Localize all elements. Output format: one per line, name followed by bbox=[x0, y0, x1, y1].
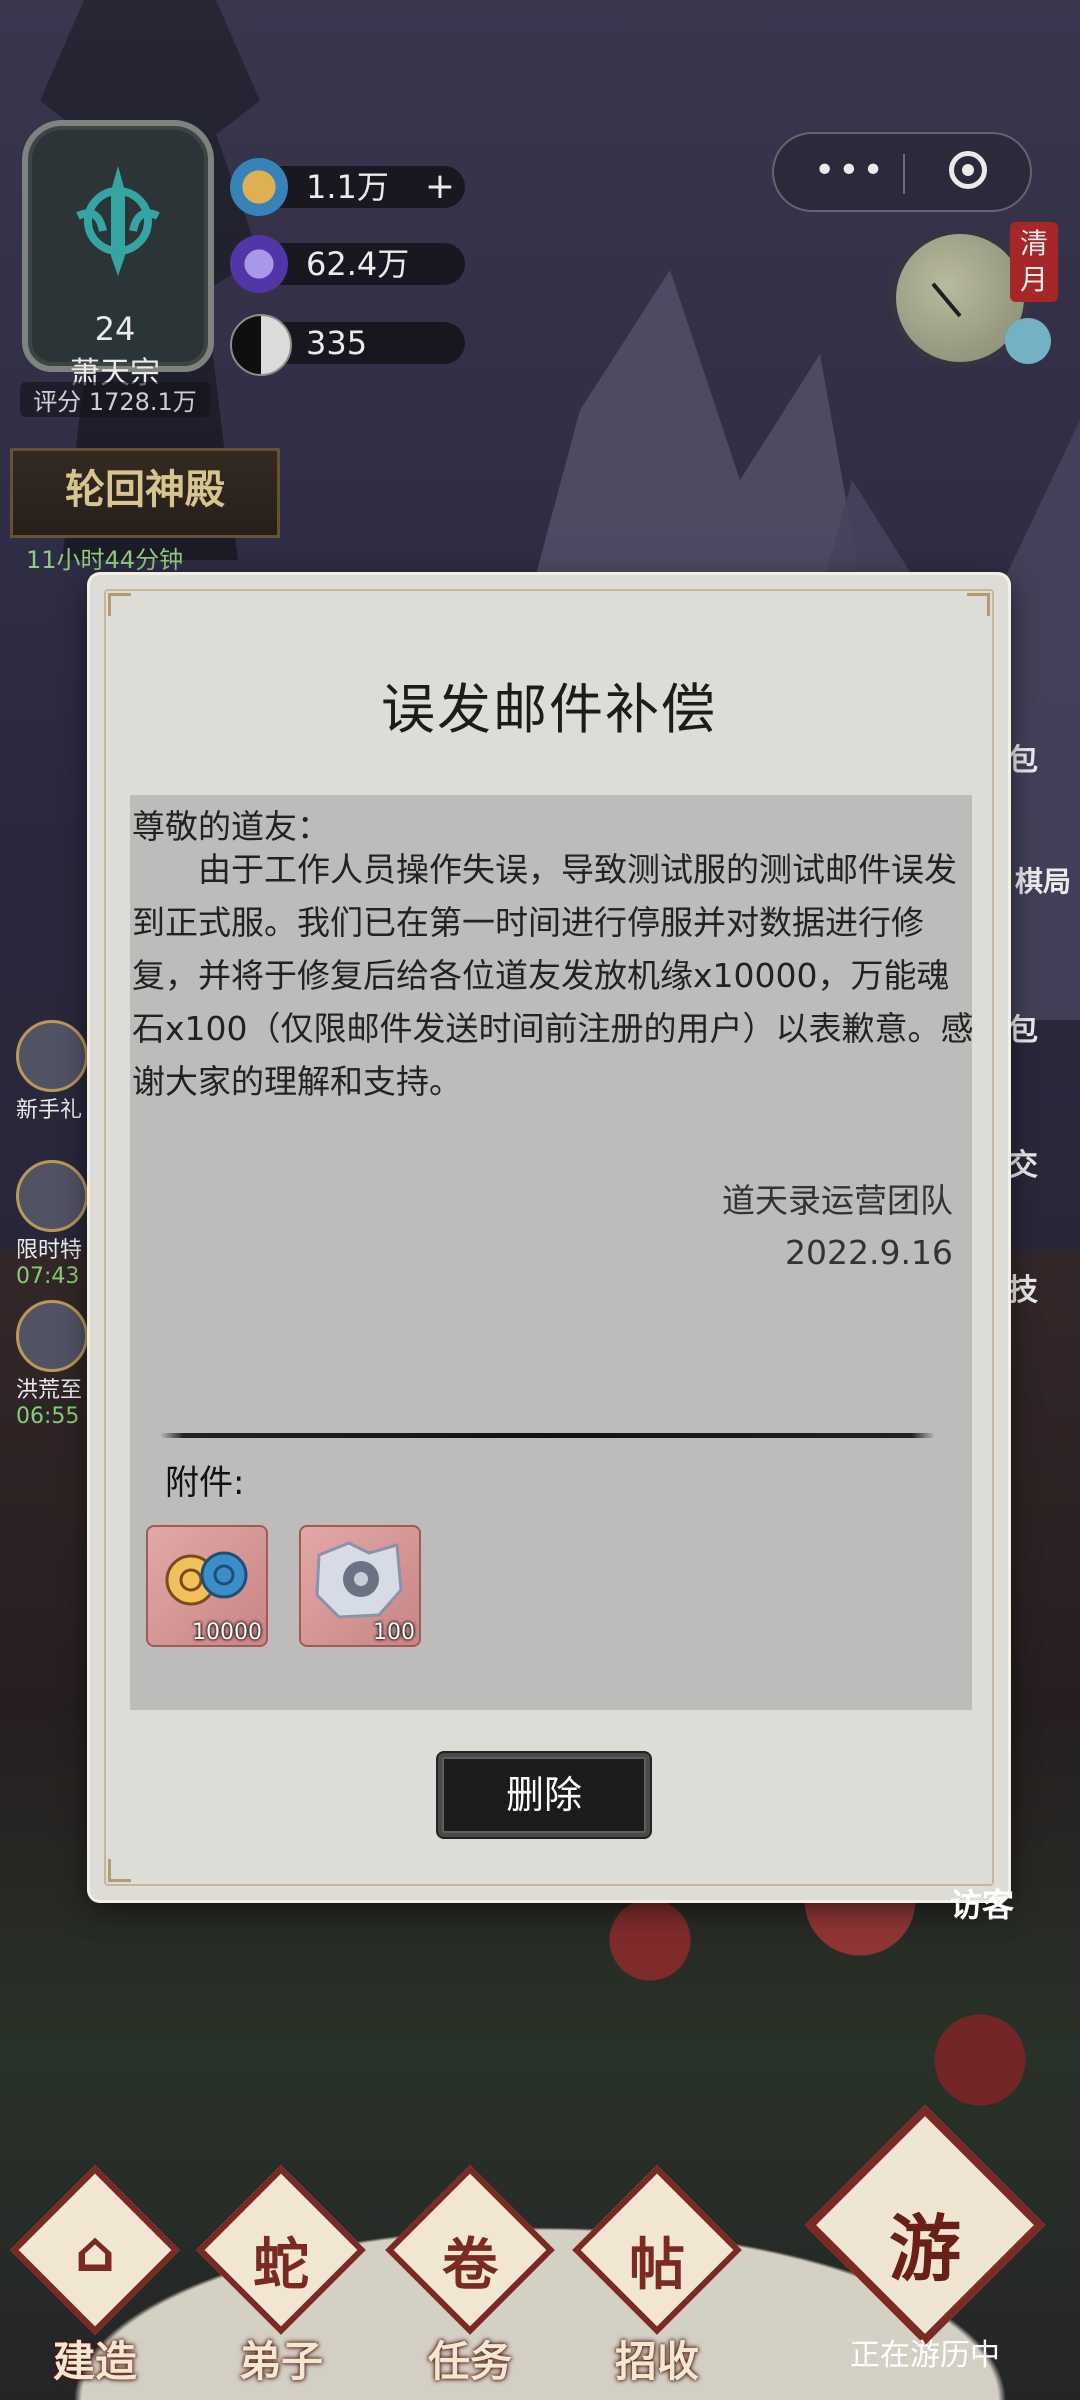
attachment-qty: 100 bbox=[373, 1620, 415, 1645]
nav-label: 任务 bbox=[427, 2337, 512, 2386]
attachment-item-soul-stone[interactable]: 100 bbox=[299, 1525, 421, 1647]
nav-label: 建造 bbox=[52, 2337, 137, 2386]
nav-disciples[interactable]: 蛇 弟子 bbox=[196, 2165, 366, 2386]
corner-ornament bbox=[108, 1859, 131, 1882]
mail-date: 2022.9.16 bbox=[785, 1233, 953, 1272]
mail-signature-block: 道天录运营团队 2022.9.16 bbox=[722, 1175, 953, 1279]
nav-label: 招收 bbox=[614, 2337, 699, 2386]
mail-title: 误发邮件补偿 bbox=[381, 678, 717, 741]
nav-label: 弟子 bbox=[238, 2337, 323, 2386]
delete-button[interactable]: 删除 bbox=[438, 1753, 650, 1837]
attachment-qty: 10000 bbox=[192, 1620, 262, 1645]
ink-divider bbox=[160, 1433, 935, 1438]
invitation-card-icon: 帖 bbox=[629, 2233, 685, 2298]
mail-body: 由于工作人员操作失误，导致测试服的测试邮件误发到正式服。我们已在第一时间进行停服… bbox=[132, 850, 974, 1101]
attachment-item-fortune[interactable]: 10000 bbox=[146, 1525, 268, 1647]
corner-ornament bbox=[967, 593, 990, 616]
mail-dialog: 误发邮件补偿 尊敬的道友： 由于工作人员操作失误，导致测试服的测试邮件误发到正式… bbox=[90, 575, 1008, 1900]
nav-tasks[interactable]: 卷 任务 bbox=[385, 2165, 555, 2386]
fortune-cloud-icon bbox=[165, 1551, 248, 1606]
mail-greeting: 尊敬的道友： bbox=[132, 807, 330, 846]
travel-icon: 游 bbox=[888, 2207, 961, 2291]
travel-label: 正在游历中 bbox=[850, 2338, 1000, 2373]
soul-stone-icon bbox=[315, 1541, 403, 1619]
build-icon: ⌂ bbox=[74, 2220, 116, 2285]
travel-status-button[interactable]: 游 正在游历中 bbox=[800, 2104, 1050, 2380]
mail-signature: 道天录运营团队 bbox=[722, 1181, 953, 1220]
visitor-button[interactable]: 访客 bbox=[950, 1880, 1014, 1926]
nav-recruit[interactable]: 帖 招收 bbox=[572, 2165, 742, 2386]
corner-ornament bbox=[108, 593, 131, 616]
nav-build[interactable]: ⌂ 建造 bbox=[10, 2165, 180, 2386]
attachments-label: 附件: bbox=[165, 1463, 245, 1503]
scroll-icon: 卷 bbox=[442, 2233, 498, 2298]
disciples-icon: 蛇 bbox=[253, 2233, 309, 2298]
